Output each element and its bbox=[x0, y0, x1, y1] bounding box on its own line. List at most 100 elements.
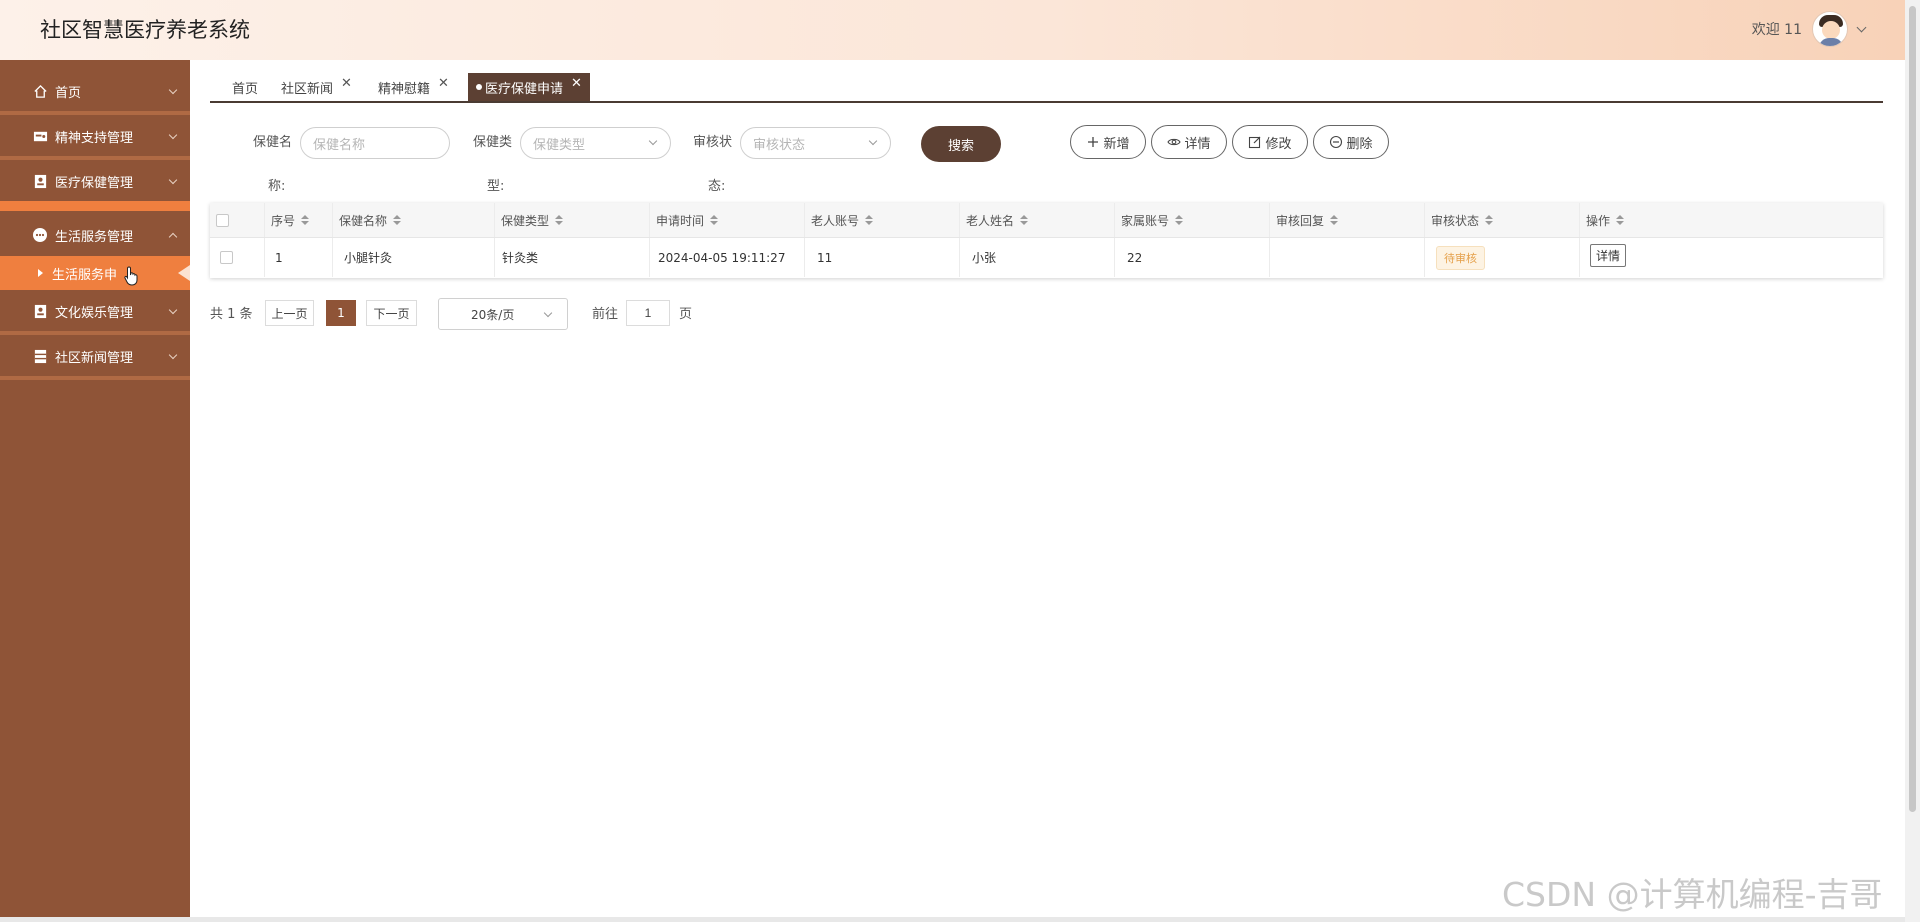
sort-icon[interactable] bbox=[710, 215, 719, 225]
tab-medical-apply[interactable]: 医疗保健申请 ✕ bbox=[468, 73, 590, 101]
column-header[interactable]: 序号 bbox=[265, 203, 333, 237]
sidebar-item-label: 精神支持管理 bbox=[55, 130, 134, 146]
column-header[interactable]: 保健名称 bbox=[333, 203, 495, 237]
sort-icon[interactable] bbox=[393, 215, 402, 225]
chevron-down-icon bbox=[868, 136, 878, 146]
prev-page-button[interactable]: 上一页 bbox=[265, 300, 314, 326]
tab-label: 首页 bbox=[232, 81, 259, 97]
column-header[interactable]: 保健类型 bbox=[495, 203, 650, 237]
scrollbar-thumb[interactable] bbox=[1909, 6, 1916, 812]
home-icon bbox=[32, 83, 48, 99]
total-count: 共 1 条 bbox=[210, 307, 253, 322]
goto-label: 前往 bbox=[592, 307, 619, 322]
select-all-checkbox[interactable] bbox=[216, 213, 229, 227]
column-header[interactable]: 操作 bbox=[1580, 203, 1883, 237]
close-icon[interactable]: ✕ bbox=[438, 76, 449, 91]
sort-icon[interactable] bbox=[301, 215, 310, 225]
active-dot-icon bbox=[476, 84, 482, 90]
goto-page-input[interactable] bbox=[626, 300, 670, 326]
vertical-scrollbar[interactable] bbox=[1905, 0, 1920, 922]
column-header[interactable]: 审核状态 bbox=[1425, 203, 1580, 237]
plus-icon bbox=[1088, 137, 1099, 147]
status-label-wrap: 态: bbox=[708, 179, 726, 194]
sidebar-item-medical[interactable]: 医疗保健管理 bbox=[0, 161, 190, 201]
chevron-down-icon bbox=[168, 175, 178, 185]
cell-name: 小腿针灸 bbox=[333, 238, 495, 277]
column-header[interactable]: 申请时间 bbox=[650, 203, 805, 237]
cell-time: 2024-04-05 19:11:27 bbox=[650, 238, 805, 277]
active-pointer-icon bbox=[178, 265, 190, 281]
edit-button[interactable]: 修改 bbox=[1232, 125, 1308, 159]
hand-cursor-icon bbox=[124, 266, 138, 286]
sort-icon[interactable] bbox=[865, 215, 874, 225]
type-label: 保健类 bbox=[473, 135, 513, 150]
select-all-cell bbox=[210, 203, 265, 237]
tab-home[interactable]: 首页 bbox=[232, 73, 258, 101]
welcome-text: 欢迎 11 bbox=[1751, 22, 1802, 38]
sidebar-item-label: 生活服务管理 bbox=[55, 229, 134, 245]
row-detail-button[interactable]: 详情 bbox=[1590, 244, 1627, 267]
page-size-select[interactable]: 20条/页 bbox=[438, 298, 568, 330]
caret-right-icon bbox=[38, 269, 43, 277]
type-label-wrap: 型: bbox=[487, 179, 505, 194]
tab-label: 精神慰籍 bbox=[378, 81, 431, 97]
name-search-input[interactable]: 保健名称 bbox=[300, 127, 450, 159]
chevron-down-icon[interactable] bbox=[1856, 22, 1867, 32]
status-badge: 待审核 bbox=[1436, 245, 1485, 270]
search-button[interactable]: 搜索 bbox=[921, 126, 1001, 162]
row-select-cell bbox=[210, 238, 265, 277]
app-title: 社区智慧医疗养老系统 bbox=[40, 18, 250, 42]
add-button[interactable]: 新增 bbox=[1070, 125, 1146, 159]
sort-icon[interactable] bbox=[1175, 215, 1184, 225]
chat-icon bbox=[32, 227, 48, 243]
sidebar-item-culture[interactable]: 文化娱乐管理 bbox=[0, 291, 190, 331]
sidebar-item-label: 首页 bbox=[55, 85, 82, 101]
divider bbox=[0, 156, 190, 160]
column-header[interactable]: 老人姓名 bbox=[960, 203, 1115, 237]
chevron-down-icon bbox=[168, 85, 178, 95]
eye-icon bbox=[1167, 138, 1182, 146]
column-header[interactable]: 老人账号 bbox=[805, 203, 960, 237]
sort-icon[interactable] bbox=[1485, 215, 1494, 225]
status-select[interactable]: 审核状态 bbox=[740, 127, 891, 159]
page-suffix: 页 bbox=[679, 307, 693, 322]
sort-icon[interactable] bbox=[1616, 215, 1625, 225]
close-icon[interactable]: ✕ bbox=[341, 76, 352, 91]
column-header[interactable]: 家属账号 bbox=[1115, 203, 1270, 237]
avatar[interactable] bbox=[1812, 11, 1848, 47]
next-page-button[interactable]: 下一页 bbox=[366, 300, 417, 326]
row-checkbox[interactable] bbox=[220, 251, 233, 264]
sidebar-item-label: 社区新闻管理 bbox=[55, 350, 134, 366]
chevron-down-icon bbox=[648, 136, 658, 146]
tab-community-news[interactable]: 社区新闻 ✕ bbox=[281, 73, 352, 101]
sidebar-subitem-life-service-apply[interactable]: 生活服务申 bbox=[0, 256, 190, 290]
chevron-down-icon bbox=[543, 308, 553, 318]
sidebar-item-news[interactable]: 社区新闻管理 bbox=[0, 336, 190, 376]
sort-icon[interactable] bbox=[1020, 215, 1029, 225]
cell-actions: 详情 bbox=[1580, 238, 1883, 277]
chevron-up-icon bbox=[168, 232, 178, 242]
current-page-button[interactable]: 1 bbox=[326, 300, 356, 326]
close-icon[interactable]: ✕ bbox=[571, 76, 582, 91]
divider bbox=[0, 331, 190, 335]
cell-elder-name: 小张 bbox=[960, 238, 1115, 277]
column-header[interactable]: 审核回复 bbox=[1270, 203, 1425, 237]
sidebar-item-spiritual[interactable]: 精神支持管理 bbox=[0, 116, 190, 156]
tab-spiritual[interactable]: 精神慰籍 ✕ bbox=[378, 73, 449, 101]
sort-icon[interactable] bbox=[555, 215, 564, 225]
badge-icon bbox=[32, 173, 48, 189]
detail-button[interactable]: 详情 bbox=[1151, 125, 1227, 159]
tab-label: 社区新闻 bbox=[281, 81, 334, 97]
status-label: 审核状 bbox=[693, 135, 733, 150]
delete-button[interactable]: 删除 bbox=[1313, 125, 1389, 159]
user-menu[interactable]: 欢迎 11 bbox=[1751, 11, 1867, 47]
divider bbox=[0, 201, 190, 211]
sidebar-item-label: 医疗保健管理 bbox=[55, 175, 134, 191]
sidebar-item-home[interactable]: 首页 bbox=[0, 71, 190, 111]
type-select[interactable]: 保健类型 bbox=[520, 127, 671, 159]
minus-circle-icon bbox=[1330, 135, 1343, 149]
sidebar-item-life-service[interactable]: 生活服务管理 bbox=[0, 215, 190, 255]
sort-icon[interactable] bbox=[1330, 215, 1339, 225]
table-row[interactable]: 1 小腿针灸 针灸类 2024-04-05 19:11:27 11 小张 22 … bbox=[210, 238, 1883, 277]
cell-family-account: 22 bbox=[1115, 238, 1270, 277]
